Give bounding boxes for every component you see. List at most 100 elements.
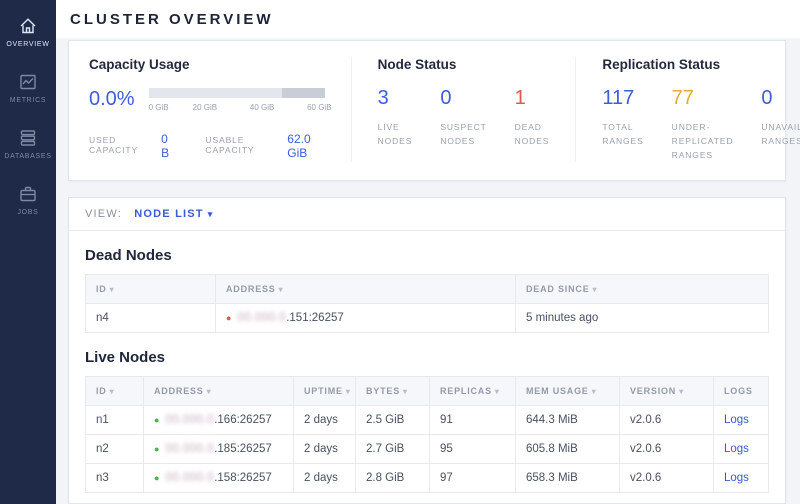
column-header-address[interactable]: ADDRESS▾	[144, 377, 294, 406]
logs-link[interactable]: Logs	[724, 414, 749, 426]
table-row: n1 ●00.000.0.166:26257 2 days 2.5 GiB 91…	[86, 406, 769, 435]
live-status-dot-icon: ●	[154, 415, 159, 425]
logs-link[interactable]: Logs	[724, 472, 749, 484]
replicas-cell: 95	[430, 435, 516, 464]
sort-icon: ▾	[207, 387, 212, 396]
address-suffix: .185:26257	[214, 443, 272, 455]
stat-value: 0	[761, 88, 800, 108]
stat-live-nodes: 3 LIVE NODES	[378, 88, 413, 148]
redacted-address: 00.000.0	[165, 443, 214, 455]
sidebar-item-label: JOBS	[17, 209, 38, 216]
usable-capacity-label: USABLE CAPACITY	[205, 135, 278, 155]
sort-icon: ▾	[592, 387, 597, 396]
stat-total-ranges: 117 TOTAL RANGES	[602, 88, 643, 162]
stat-value: 0	[440, 88, 486, 108]
dead-since-cell: 5 minutes ago	[516, 304, 769, 333]
column-header-uptime[interactable]: UPTIME▾	[294, 377, 356, 406]
stat-dead-nodes: 1 DEAD NODES	[515, 88, 550, 148]
mem-usage-cell: 605.8 MiB	[516, 435, 620, 464]
view-selected-value: NODE LIST	[134, 208, 203, 220]
replicas-cell: 97	[430, 464, 516, 493]
uptime-cell: 2 days	[294, 435, 356, 464]
sort-icon: ▾	[593, 285, 598, 294]
sidebar-item-label: DATABASES	[4, 153, 51, 160]
home-icon	[18, 16, 38, 36]
page-title: CLUSTER OVERVIEW	[70, 11, 800, 28]
live-status-dot-icon: ●	[154, 444, 159, 454]
live-nodes-table: ID▾ ADDRESS▾ UPTIME▾ BYTES▾ REPLICAS▾ ME…	[85, 376, 769, 493]
logs-link[interactable]: Logs	[724, 443, 749, 455]
uptime-cell: 2 days	[294, 464, 356, 493]
replication-status-title: Replication Status	[602, 57, 800, 72]
sort-icon: ▾	[110, 387, 115, 396]
capacity-usage-section: Capacity Usage 0.0% 0 GiB 20 GiB 40 GiB …	[89, 57, 351, 162]
sort-icon: ▾	[279, 285, 284, 294]
sort-icon: ▾	[403, 387, 408, 396]
mem-usage-cell: 658.3 MiB	[516, 464, 620, 493]
sidebar-item-jobs[interactable]: JOBS	[0, 184, 56, 216]
node-address-cell: ● 00.000.0.185:26257	[144, 435, 294, 464]
redacted-address: 00.000.0	[237, 312, 286, 324]
column-header-version[interactable]: VERSION▾	[620, 377, 714, 406]
sidebar-item-databases[interactable]: DATABASES	[0, 128, 56, 160]
sidebar-item-metrics[interactable]: METRICS	[0, 72, 56, 104]
tick-label: 20 GiB	[193, 103, 217, 112]
column-header-address[interactable]: ADDRESS▾	[216, 275, 516, 304]
capacity-gauge-used-segment	[282, 88, 324, 98]
logs-cell: Logs	[714, 406, 769, 435]
stat-label: TOTAL RANGES	[602, 120, 643, 148]
column-header-dead-since[interactable]: DEAD SINCE▾	[516, 275, 769, 304]
node-list-card: VIEW: NODE LIST▾ Dead Nodes ID▾ ADDRESS▾…	[68, 197, 786, 504]
version-cell: v2.0.6	[620, 406, 714, 435]
usable-capacity-value: 62.0 GiB	[287, 132, 324, 160]
column-header-id[interactable]: ID▾	[86, 275, 216, 304]
mem-usage-cell: 644.3 MiB	[516, 406, 620, 435]
live-nodes-heading: Live Nodes	[85, 349, 769, 366]
column-header-replicas[interactable]: REPLICAS▾	[430, 377, 516, 406]
node-id-cell: n1	[86, 406, 144, 435]
bytes-cell: 2.8 GiB	[356, 464, 430, 493]
address-suffix: .158:26257	[214, 472, 272, 484]
node-status-section: Node Status 3 LIVE NODES 0 SUSPECT NODES…	[351, 57, 576, 162]
node-status-title: Node Status	[378, 57, 550, 72]
stat-value: 77	[672, 88, 734, 108]
replication-status-section: Replication Status 117 TOTAL RANGES 77 U…	[575, 57, 800, 162]
used-capacity-value: 0 B	[161, 132, 175, 160]
stat-value: 3	[378, 88, 413, 108]
stat-unavailable-ranges: 0 UNAVAILABLE RANGES	[761, 88, 800, 162]
capacity-gauge-ticks: 0 GiB 20 GiB 40 GiB 60 GiB	[149, 103, 325, 114]
stat-label: UNDER-REPLICATED RANGES	[672, 120, 734, 162]
sidebar-item-overview[interactable]: OVERVIEW	[0, 16, 56, 48]
sidebar-item-label: OVERVIEW	[6, 41, 49, 48]
column-header-mem-usage[interactable]: MEM USAGE▾	[516, 377, 620, 406]
view-label: VIEW:	[85, 208, 122, 220]
sort-icon: ▾	[110, 285, 115, 294]
column-header-bytes[interactable]: BYTES▾	[356, 377, 430, 406]
stat-value: 1	[515, 88, 550, 108]
tick-label: 60 GiB	[307, 103, 331, 112]
node-address-cell: ●00.000.0.166:26257	[144, 406, 294, 435]
node-id-cell: n2	[86, 435, 144, 464]
capacity-usage-title: Capacity Usage	[89, 57, 325, 72]
logs-cell: Logs	[714, 435, 769, 464]
view-selector-dropdown[interactable]: NODE LIST▾	[134, 208, 213, 220]
sidebar-item-label: METRICS	[10, 97, 46, 104]
tick-label: 0 GiB	[149, 103, 169, 112]
sidebar: OVERVIEW METRICS DATABASES JOBS	[0, 0, 56, 504]
capacity-percent: 0.0%	[89, 88, 135, 109]
table-row: n2 ●00.000.0.185:26257 2 days 2.7 GiB 95…	[86, 435, 769, 464]
used-capacity-label: USED CAPACITY	[89, 135, 152, 155]
stat-value: 117	[602, 88, 643, 108]
live-status-dot-icon: ●	[154, 473, 159, 483]
address-suffix: .166:26257	[214, 414, 272, 426]
column-header-id[interactable]: ID▾	[86, 377, 144, 406]
dead-status-dot-icon: ●	[226, 313, 231, 323]
cluster-summary-card: Capacity Usage 0.0% 0 GiB 20 GiB 40 GiB …	[68, 40, 786, 181]
dead-nodes-heading: Dead Nodes	[85, 247, 769, 264]
version-cell: v2.0.6	[620, 464, 714, 493]
stat-label: LIVE NODES	[378, 120, 413, 148]
dead-nodes-table: ID▾ ADDRESS▾ DEAD SINCE▾ n4 ●00.000.0.15…	[85, 274, 769, 333]
node-address-cell: ●00.000.0.151:26257	[216, 304, 516, 333]
sort-icon: ▾	[679, 387, 684, 396]
replicas-cell: 91	[430, 406, 516, 435]
